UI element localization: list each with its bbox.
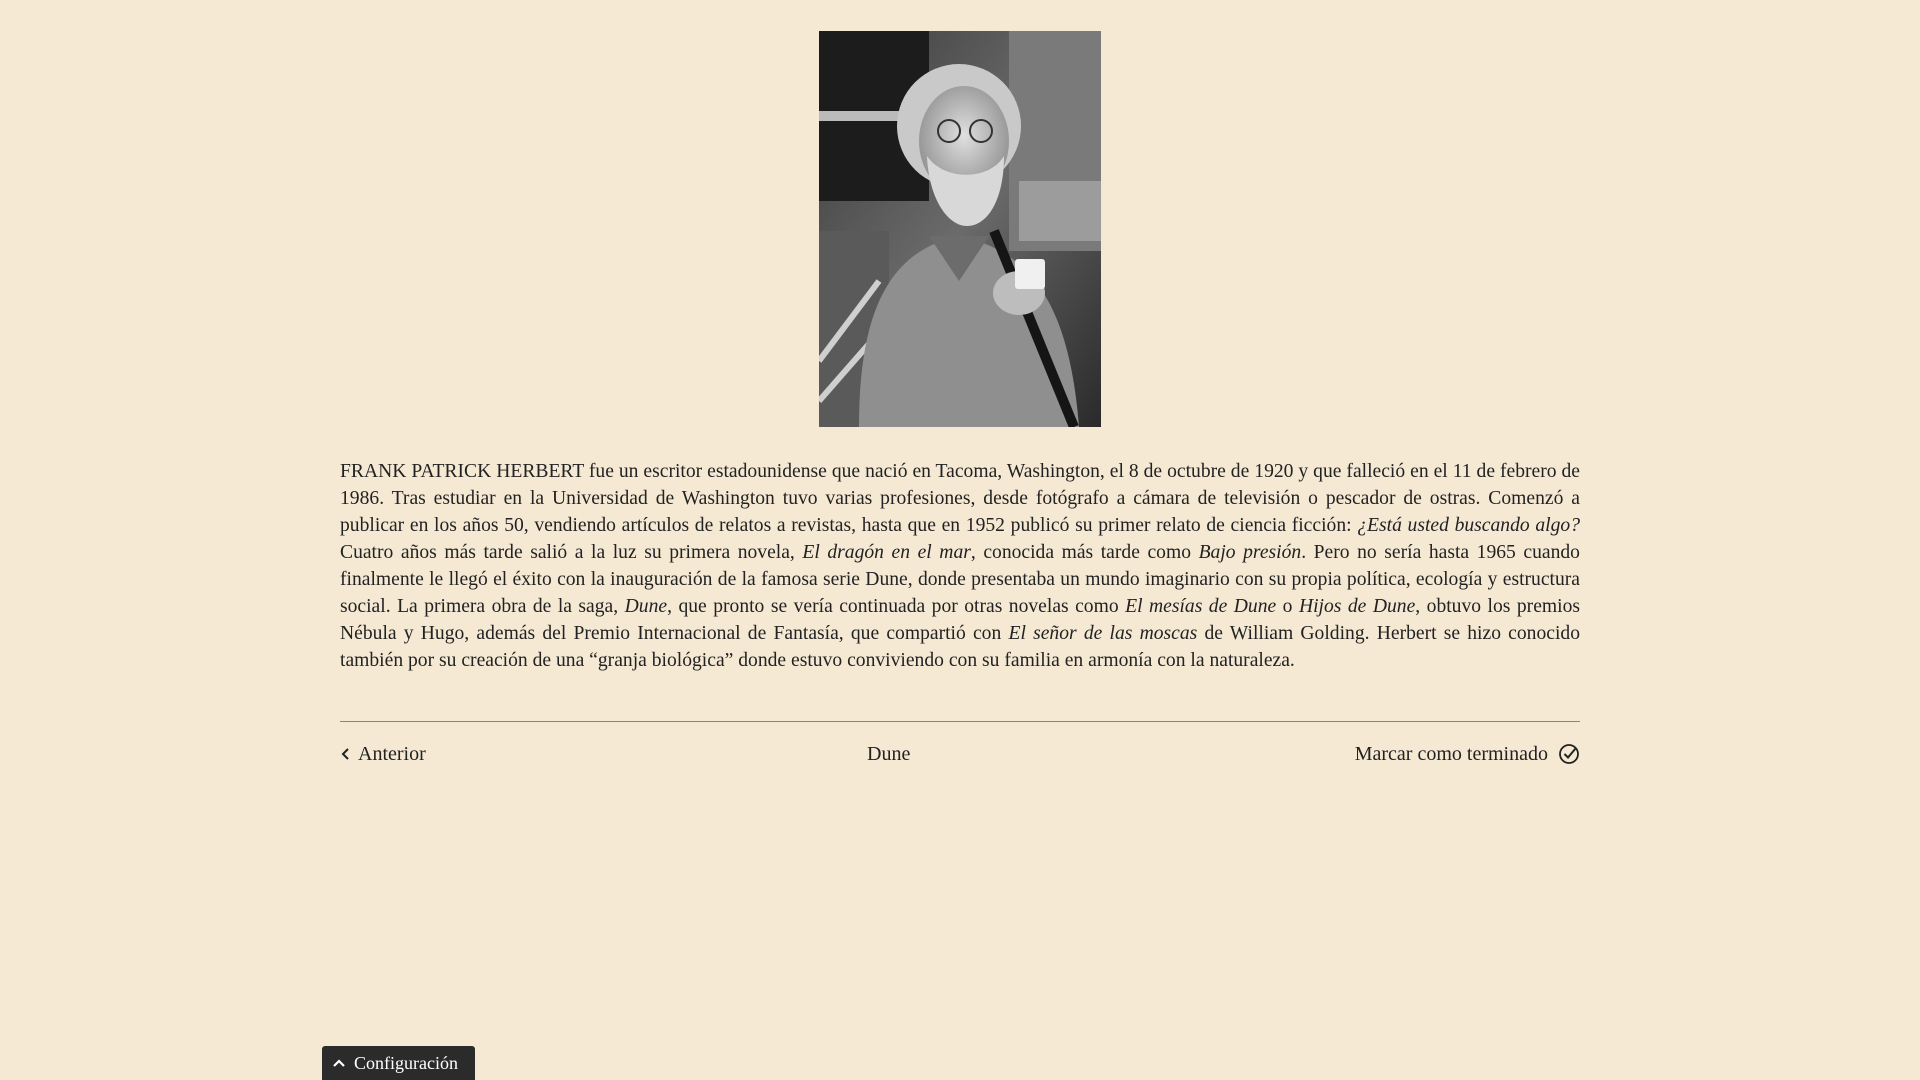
bio-text-5: , que pronto se vería continuada por otr… bbox=[667, 596, 1126, 617]
check-circle-icon bbox=[1558, 743, 1580, 765]
bio-title-2: El dragón en el mar bbox=[802, 542, 971, 563]
reader-content: FRANK PATRICK HERBERT fue un escritor es… bbox=[340, 0, 1580, 1080]
bio-title-6: Hijos de Dune bbox=[1298, 596, 1416, 617]
bio-title-1: ¿Está usted buscando algo? bbox=[1357, 515, 1580, 536]
previous-button[interactable]: Anterior bbox=[340, 738, 426, 770]
mark-finished-label: Marcar como terminado bbox=[1354, 743, 1548, 765]
bio-text-6: o bbox=[1276, 596, 1299, 617]
mark-finished-button[interactable]: Marcar como terminado bbox=[1355, 738, 1580, 770]
bio-title-5: El mesías de Dune bbox=[1125, 596, 1277, 617]
chevron-left-icon bbox=[340, 746, 352, 762]
bio-text-3: , conocida más tarde como bbox=[970, 542, 1199, 563]
bio-text-2: Cuatro años más tarde salió a la luz su … bbox=[340, 542, 803, 563]
book-title: Dune bbox=[867, 743, 911, 765]
author-biography: FRANK PATRICK HERBERT fue un escritor es… bbox=[340, 458, 1580, 674]
bio-title-4: Dune bbox=[624, 596, 668, 617]
bio-title-3: Bajo presión bbox=[1198, 542, 1302, 563]
settings-toggle-button[interactable]: Configuración bbox=[322, 1046, 475, 1080]
bio-title-7: El señor de las moscas bbox=[1008, 623, 1198, 644]
chevron-up-icon bbox=[332, 1058, 346, 1068]
author-photo-image bbox=[819, 31, 1101, 427]
divider bbox=[340, 721, 1580, 722]
chapter-navigation: Anterior Dune Marcar como terminado bbox=[340, 738, 1580, 772]
settings-label: Configuración bbox=[354, 1052, 458, 1073]
author-photo bbox=[819, 31, 1101, 427]
previous-label: Anterior bbox=[358, 743, 426, 765]
